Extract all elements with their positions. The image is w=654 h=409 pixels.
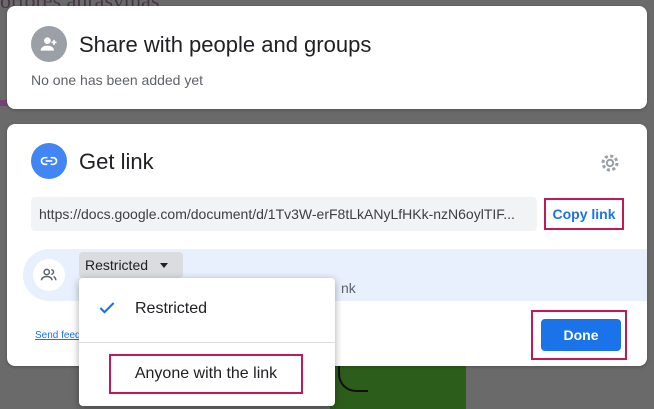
access-level-dropdown[interactable]: Restricted [79, 252, 183, 278]
copy-link-button[interactable]: Copy link [544, 198, 624, 230]
menu-item-restricted[interactable]: Restricted [79, 286, 335, 330]
share-title: Share with people and groups [79, 32, 372, 57]
menu-item-anyone-with-link[interactable]: Anyone with the link [109, 354, 303, 394]
link-icon [31, 143, 67, 179]
menu-divider [79, 342, 335, 343]
get-link-title: Get link [79, 149, 154, 174]
link-url-text: https://docs.google.com/document/d/1Tv3W… [39, 206, 515, 222]
link-url-field[interactable]: https://docs.google.com/document/d/1Tv3W… [31, 197, 537, 231]
people-icon [33, 259, 65, 291]
access-level-label: Restricted [85, 257, 149, 273]
menu-item-label: Restricted [135, 300, 208, 317]
share-people-card: Share with people and groups No one has … [7, 6, 647, 109]
check-icon [99, 302, 115, 314]
gear-icon[interactable] [598, 151, 622, 175]
add-person-icon [31, 26, 67, 62]
done-highlight: Done [531, 310, 627, 360]
done-button[interactable]: Done [541, 319, 621, 351]
share-subtitle: No one has been added yet [31, 72, 204, 88]
access-description: nk [341, 280, 356, 296]
send-feedback-link[interactable]: Send feed [35, 330, 81, 341]
chevron-down-icon [160, 262, 169, 268]
access-dropdown-menu: Restricted Anyone with the link [79, 278, 335, 406]
